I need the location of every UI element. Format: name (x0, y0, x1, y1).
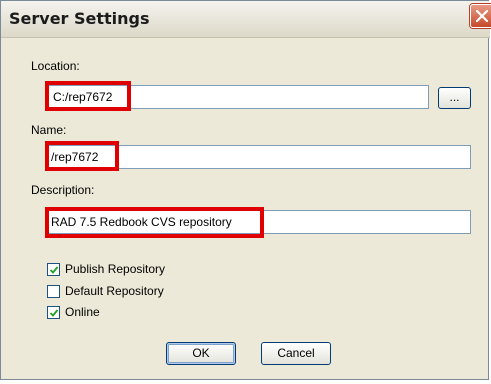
default-repository-label: Default Repository (65, 284, 164, 298)
server-settings-dialog: Server Settings Location: C:/rep7672 ...… (0, 0, 491, 380)
ok-button[interactable]: OK (166, 342, 236, 365)
description-label: Description: (31, 183, 95, 197)
location-label: Location: (31, 59, 80, 73)
browse-button[interactable]: ... (438, 87, 471, 109)
default-repository-checkbox[interactable] (47, 284, 60, 298)
name-label: Name: (31, 123, 67, 137)
description-value: RAD 7.5 Redbook CVS repository (51, 215, 232, 229)
dialog-title: Server Settings (9, 9, 150, 28)
cancel-button[interactable]: Cancel (261, 342, 331, 365)
close-button[interactable] (470, 4, 491, 28)
publish-repository-checkbox[interactable] (47, 262, 60, 276)
close-icon (476, 10, 488, 22)
name-value: /rep7672 (51, 150, 99, 164)
publish-repository-label: Publish Repository (65, 262, 166, 276)
location-value: C:/rep7672 (53, 90, 113, 104)
name-field[interactable] (45, 145, 471, 169)
online-option[interactable]: Online (47, 304, 100, 320)
publish-repository-option[interactable]: Publish Repository (47, 261, 165, 277)
online-checkbox[interactable] (47, 305, 60, 319)
default-repository-option[interactable]: Default Repository (47, 283, 164, 299)
online-label: Online (65, 305, 100, 319)
title-bar: Server Settings (1, 1, 491, 38)
checkmark-icon (49, 308, 59, 317)
checkmark-icon (49, 265, 59, 274)
